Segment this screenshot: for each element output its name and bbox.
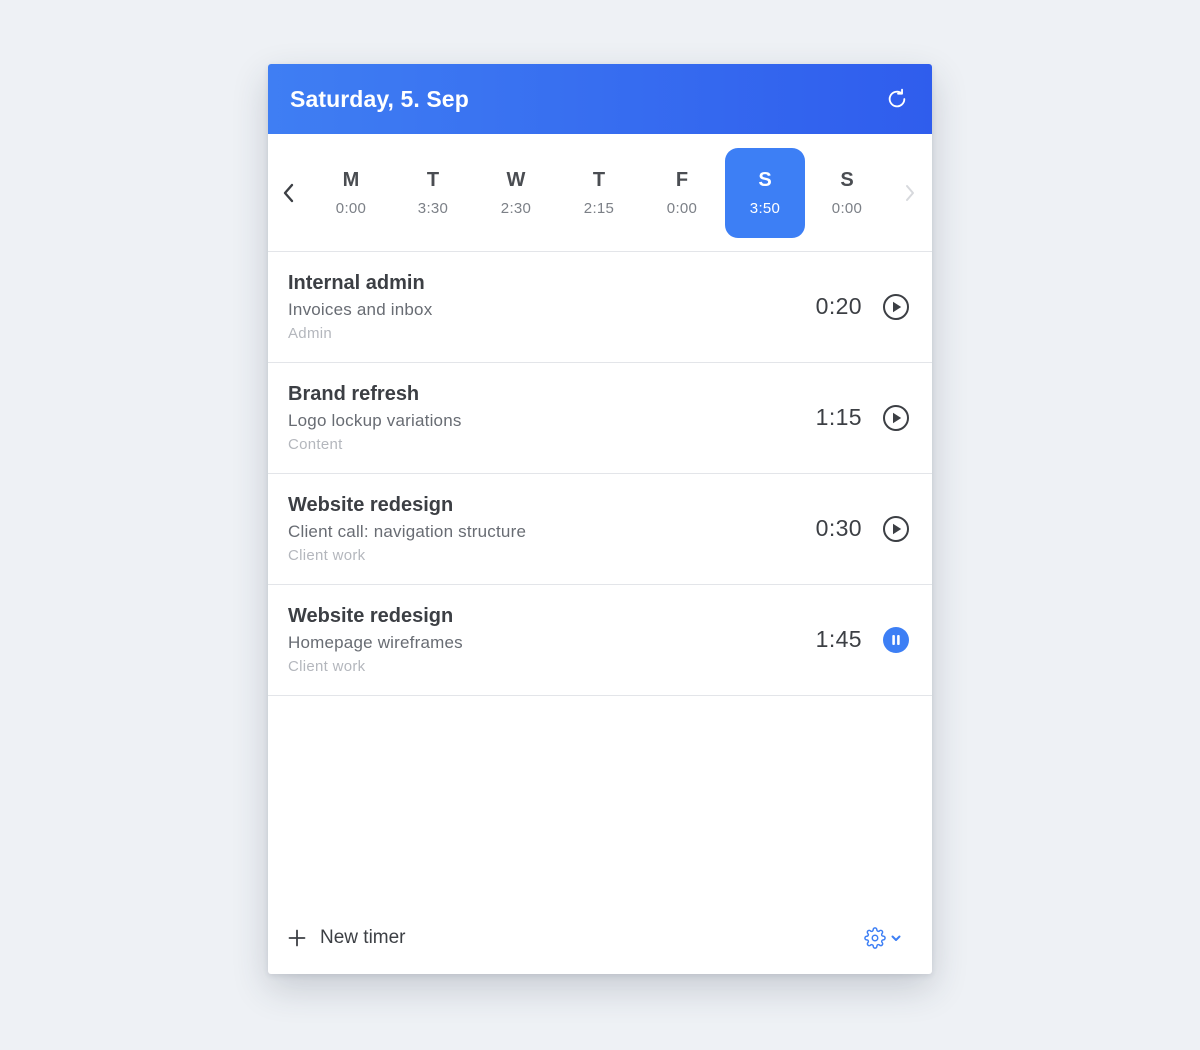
play-icon (883, 294, 909, 320)
entry-project: Internal admin (288, 272, 425, 294)
day-friday[interactable]: F 0:00 (642, 148, 722, 238)
refresh-icon (888, 88, 906, 108)
entry-category: Content (288, 436, 343, 453)
entry-duration: 1:45 (815, 626, 862, 652)
chevron-down-icon (891, 935, 901, 941)
day-tuesday[interactable]: T 3:30 (393, 148, 473, 238)
day-total: 3:50 (749, 200, 781, 217)
new-timer-button[interactable]: New timer (288, 926, 406, 950)
week-navigator: M 0:00 T 3:30 W 2:30 T 2:15 F 0:00 S 3:5… (268, 134, 932, 252)
next-week-button[interactable] (897, 178, 923, 208)
day-total: 0:00 (335, 200, 367, 217)
footer: New timer (268, 916, 932, 974)
time-entry[interactable]: Website redesign Client call: navigation… (268, 474, 932, 585)
entry-duration: 1:15 (815, 404, 862, 430)
day-wednesday[interactable]: W 2:30 (476, 148, 556, 238)
settings-menu-button[interactable] (864, 926, 903, 950)
day-letter: F (675, 169, 689, 191)
day-total: 2:30 (500, 200, 532, 217)
entry-project: Website redesign (288, 494, 454, 516)
plus-icon (288, 929, 306, 947)
day-total: 3:30 (417, 200, 449, 217)
refresh-button[interactable] (884, 86, 910, 112)
day-letter: W (506, 169, 526, 191)
chevron-left-icon (283, 183, 294, 203)
entry-task: Logo lockup variations (288, 411, 462, 430)
day-total: 0:00 (666, 200, 698, 217)
pause-button[interactable] (882, 626, 910, 654)
chevron-right-icon (906, 185, 914, 201)
entry-task: Homepage wireframes (288, 633, 463, 652)
day-total: 2:15 (583, 200, 615, 217)
pause-icon (883, 627, 909, 653)
date-title: Saturday, 5. Sep (290, 85, 469, 112)
entry-duration: 0:20 (815, 293, 862, 319)
day-saturday[interactable]: S 3:50 (725, 148, 805, 238)
day-letter: T (592, 169, 606, 191)
entry-project: Website redesign (288, 605, 454, 627)
entry-duration: 0:30 (815, 515, 862, 541)
entry-task: Invoices and inbox (288, 300, 433, 319)
entry-project: Brand refresh (288, 383, 420, 405)
play-button[interactable] (882, 293, 910, 321)
entry-category: Client work (288, 547, 366, 564)
entry-category: Client work (288, 658, 366, 675)
play-icon (883, 516, 909, 542)
time-entry[interactable]: Brand refresh Logo lockup variations Con… (268, 363, 932, 474)
play-button[interactable] (882, 515, 910, 543)
header: Saturday, 5. Sep (268, 64, 932, 134)
time-entry[interactable]: Internal admin Invoices and inbox Admin … (268, 252, 932, 363)
gear-icon (864, 927, 886, 949)
play-button[interactable] (882, 404, 910, 432)
day-monday[interactable]: M 0:00 (311, 148, 391, 238)
time-entry-running[interactable]: Website redesign Homepage wireframes Cli… (268, 585, 932, 696)
day-letter: S (758, 169, 772, 191)
play-icon (883, 405, 909, 431)
day-sunday[interactable]: S 0:00 (807, 148, 887, 238)
day-letter: T (426, 169, 440, 191)
entry-category: Admin (288, 325, 333, 342)
timer-window: Saturday, 5. Sep M 0:00 T 3:30 W 2:30 T (268, 64, 932, 974)
day-letter: S (840, 169, 854, 191)
previous-week-button[interactable] (276, 178, 302, 208)
day-total: 0:00 (831, 200, 863, 217)
new-timer-label: New timer (320, 927, 406, 948)
day-letter: M (342, 169, 360, 191)
day-thursday[interactable]: T 2:15 (559, 148, 639, 238)
entry-task: Client call: navigation structure (288, 522, 527, 541)
